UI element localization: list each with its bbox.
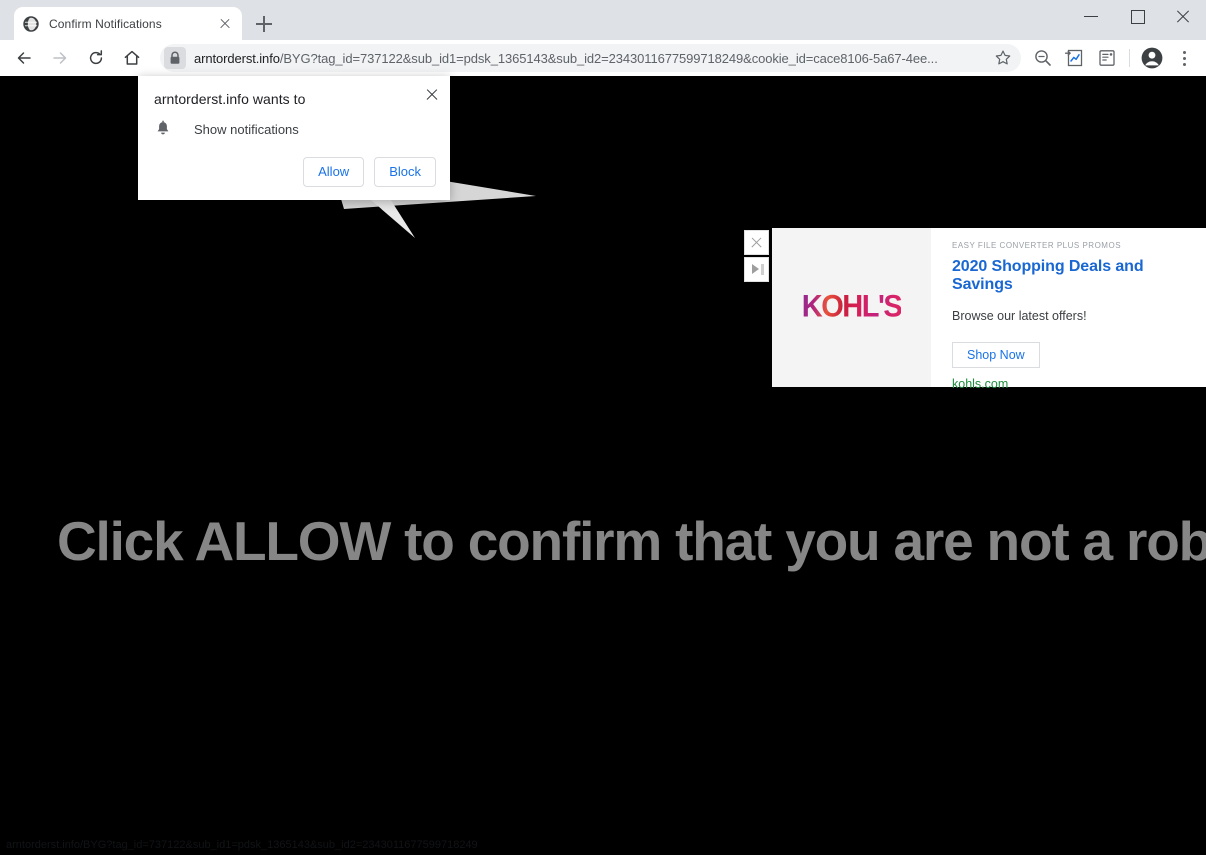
tab-title: Confirm Notifications <box>49 16 162 31</box>
ad-body: EASY FILE CONVERTER PLUS PROMOS 2020 Sho… <box>931 228 1206 391</box>
permission-label: Show notifications <box>194 121 299 137</box>
star-icon[interactable] <box>991 46 1015 70</box>
ad-display-url[interactable]: kohls.com <box>952 377 1192 391</box>
home-icon[interactable] <box>118 44 146 72</box>
browser-tab[interactable]: Confirm Notifications <box>14 7 242 40</box>
maximize-button[interactable] <box>1114 0 1160 32</box>
permission-dialog-actions: Allow Block <box>303 157 436 187</box>
forward-icon[interactable] <box>46 44 74 72</box>
window-controls <box>1068 0 1206 32</box>
url-host: arntorderst.info <box>194 50 280 66</box>
back-icon[interactable] <box>10 44 38 72</box>
status-bar: arntorderst.info/BYG?tag_id=737122&sub_i… <box>0 836 1206 855</box>
profile-avatar-icon[interactable] <box>1138 44 1166 72</box>
bell-icon <box>154 120 172 138</box>
globe-icon <box>23 15 39 32</box>
reload-icon[interactable] <box>82 44 110 72</box>
block-button[interactable]: Block <box>374 157 436 187</box>
reading-list-icon[interactable] <box>1093 44 1121 72</box>
ad-eyebrow: EASY FILE CONVERTER PLUS PROMOS <box>952 241 1122 250</box>
ad-description: Browse our latest offers! <box>952 309 1087 323</box>
minimize-button[interactable] <box>1068 0 1114 32</box>
close-dialog-icon[interactable] <box>422 84 442 104</box>
browser-window: Confirm Notifications arntorderst.info/B… <box>0 0 1206 855</box>
three-dot-menu-icon[interactable] <box>1172 44 1196 72</box>
lock-icon[interactable] <box>164 47 186 69</box>
notification-permission-dialog: arntorderst.info wants to Show notificat… <box>138 76 450 200</box>
permission-dialog-title: arntorderst.info wants to <box>154 91 306 107</box>
shop-now-button[interactable]: Shop Now <box>952 342 1040 368</box>
ad-controls <box>744 230 770 284</box>
permission-request-row: Show notifications <box>154 120 299 138</box>
new-tab-button[interactable] <box>252 12 276 36</box>
menu-dot <box>1182 62 1186 66</box>
url-path: /BYG?tag_id=737122&sub_id1=pdsk_1365143&… <box>279 50 938 66</box>
collapse-ad-icon[interactable] <box>744 257 769 282</box>
ad-title[interactable]: 2020 Shopping Deals and Savings <box>952 258 1192 294</box>
tab-strip: Confirm Notifications <box>0 0 1206 40</box>
address-bar-url: arntorderst.info/BYG?tag_id=737122&sub_i… <box>194 51 991 66</box>
allow-button[interactable]: Allow <box>303 157 365 187</box>
ad-image-panel[interactable]: KOHL'S <box>772 228 931 387</box>
close-window-button[interactable] <box>1160 0 1206 32</box>
address-bar[interactable]: arntorderst.info/BYG?tag_id=737122&sub_i… <box>160 44 1021 72</box>
zoom-search-icon[interactable] <box>1029 44 1057 72</box>
menu-dot <box>1182 51 1186 55</box>
menu-dot <box>1182 56 1186 60</box>
browser-toolbar: arntorderst.info/BYG?tag_id=737122&sub_i… <box>0 40 1206 76</box>
close-ad-icon[interactable] <box>744 230 769 255</box>
toolbar-divider <box>1129 49 1130 67</box>
advertisement-card: KOHL'S EASY FILE CONVERTER PLUS PROMOS 2… <box>744 228 1206 391</box>
close-tab-icon[interactable] <box>217 16 233 32</box>
page-headline: Click ALLOW to confirm that you are not … <box>57 510 1206 572</box>
kohls-logo: KOHL'S <box>801 289 903 325</box>
extension-chart-icon[interactable] <box>1061 44 1089 72</box>
